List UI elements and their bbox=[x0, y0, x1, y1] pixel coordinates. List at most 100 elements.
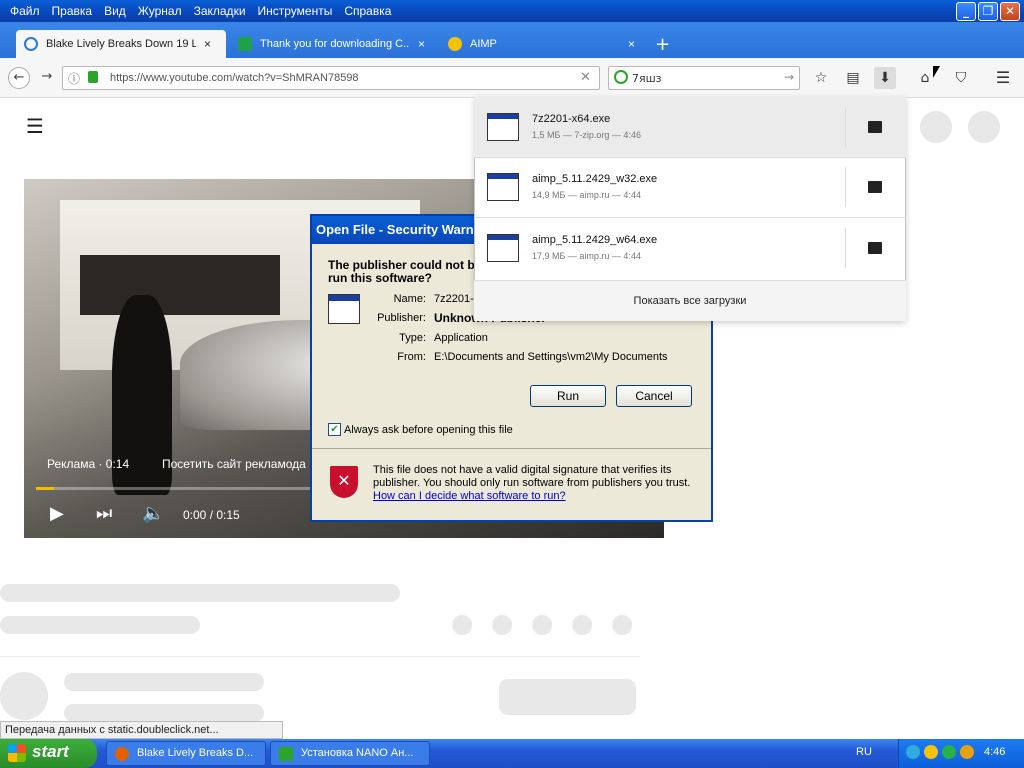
show-all-downloads-button[interactable]: Показать все загрузки bbox=[474, 280, 906, 321]
download-separator bbox=[845, 167, 846, 207]
forward-button[interactable]: → bbox=[36, 67, 58, 89]
action-placeholder bbox=[492, 615, 512, 635]
language-indicator[interactable]: RU bbox=[856, 746, 872, 758]
taskbar-item-installer[interactable]: Установка NANO Ан... bbox=[270, 741, 430, 766]
tab-label: AIMP bbox=[470, 38, 497, 50]
menu-bar: Файл Правка Вид Журнал Закладки Инструме… bbox=[0, 0, 397, 22]
menu-edit[interactable]: Правка bbox=[52, 4, 93, 18]
publisher-label: Publisher: bbox=[377, 312, 426, 324]
type-value: Application bbox=[434, 332, 488, 344]
type-label: Type: bbox=[399, 332, 426, 344]
youtube-menu-icon[interactable]: ☰ bbox=[26, 114, 44, 138]
bookmark-star-icon[interactable]: ☆ bbox=[810, 67, 832, 89]
url-text: https://www.youtube.com/watch?v=ShMRAN78… bbox=[110, 72, 359, 84]
pocket-icon[interactable]: ⛉ bbox=[950, 67, 972, 89]
volume-icon[interactable]: 🔈 bbox=[142, 503, 164, 524]
status-bar: Передача данных с static.doubleclick.net… bbox=[0, 721, 283, 739]
warning-text: This file does not have a valid digital … bbox=[373, 464, 691, 489]
hamburger-menu-icon[interactable]: ☰ bbox=[992, 67, 1014, 89]
tab-youtube[interactable]: Blake Lively Breaks Down 19 L... × bbox=[16, 30, 226, 58]
back-button[interactable]: ← bbox=[8, 67, 30, 89]
tab-label: Thank you for downloading C... bbox=[260, 38, 410, 50]
menu-history[interactable]: Журнал bbox=[138, 4, 182, 18]
title-placeholder bbox=[0, 584, 400, 602]
name-label: Name: bbox=[393, 293, 426, 305]
channel-avatar-placeholder bbox=[0, 672, 48, 720]
tab-aimp[interactable]: AIMP × bbox=[440, 30, 645, 58]
mouse-cursor-icon bbox=[933, 66, 940, 78]
dialog-divider bbox=[312, 448, 711, 449]
search-text: 7яшз bbox=[632, 72, 662, 85]
open-folder-icon[interactable] bbox=[868, 242, 882, 254]
download-name: aimp_5.11.2429_w64.exe bbox=[532, 234, 658, 246]
installer-icon bbox=[279, 747, 293, 761]
video-progress-fill bbox=[36, 487, 55, 490]
video-time: 0:00 / 0:15 bbox=[183, 508, 240, 522]
open-folder-icon[interactable] bbox=[868, 181, 882, 193]
cancel-button[interactable]: Cancel bbox=[616, 385, 692, 407]
visit-advertiser-link[interactable]: Посетить сайт рекламода bbox=[162, 457, 306, 471]
download-separator bbox=[845, 107, 846, 147]
new-tab-button[interactable]: + bbox=[655, 34, 670, 55]
security-center-icon[interactable] bbox=[924, 745, 938, 759]
download-item[interactable] bbox=[474, 97, 906, 157]
info-icon[interactable]: ⓘ bbox=[68, 70, 80, 87]
divider bbox=[0, 656, 640, 657]
download-item[interactable] bbox=[474, 158, 906, 218]
maximize-button[interactable]: ❐ bbox=[978, 2, 998, 21]
loading-icon bbox=[24, 37, 38, 51]
minimize-button[interactable]: _ bbox=[956, 2, 976, 21]
network-icon[interactable] bbox=[906, 745, 920, 759]
download-separator bbox=[845, 228, 846, 268]
download-item[interactable] bbox=[474, 218, 906, 278]
tray-app-icon[interactable] bbox=[942, 745, 956, 759]
ad-label: Реклама · 0:14 bbox=[47, 457, 130, 471]
aimp-icon bbox=[448, 37, 462, 51]
placeholder-circle bbox=[968, 111, 1000, 143]
search-go-icon[interactable]: → bbox=[784, 70, 794, 84]
always-ask-checkbox[interactable]: ✔ bbox=[328, 423, 341, 436]
open-folder-icon[interactable] bbox=[868, 121, 882, 133]
menu-file[interactable]: Файл bbox=[10, 4, 40, 18]
search-engine-icon[interactable] bbox=[614, 70, 628, 84]
menu-bookmarks[interactable]: Закладки bbox=[194, 4, 246, 18]
close-tab-icon[interactable]: × bbox=[204, 37, 211, 51]
channel-name-placeholder bbox=[64, 673, 264, 691]
bookmarks-list-icon[interactable]: ▤ bbox=[842, 67, 864, 89]
placeholder-circle bbox=[920, 111, 952, 143]
run-button[interactable]: Run bbox=[530, 385, 606, 407]
meta-placeholder bbox=[0, 616, 200, 634]
tab-label: Blake Lively Breaks Down 19 L... bbox=[46, 38, 196, 50]
exe-file-icon bbox=[487, 234, 519, 262]
from-label: From: bbox=[397, 351, 426, 363]
windows-logo-icon bbox=[8, 744, 26, 762]
warning-shield-icon: ✕ bbox=[330, 466, 358, 498]
play-icon[interactable]: ▶ bbox=[50, 503, 64, 524]
action-placeholder bbox=[452, 615, 472, 635]
download-meta: 17,9 МБ — aimp.ru — 4:44 bbox=[532, 251, 641, 261]
menu-tools[interactable]: Инструменты bbox=[258, 4, 333, 18]
close-window-button[interactable]: ✕ bbox=[1000, 2, 1020, 21]
close-tab-icon[interactable]: × bbox=[418, 37, 425, 51]
next-icon[interactable]: ⏭ bbox=[96, 503, 112, 524]
channel-subs-placeholder bbox=[64, 704, 264, 722]
download-site-icon bbox=[238, 37, 252, 51]
menu-help[interactable]: Справка bbox=[344, 4, 391, 18]
search-tray-icon[interactable] bbox=[960, 745, 974, 759]
action-placeholder bbox=[532, 615, 552, 635]
always-ask-label[interactable]: Always ask before opening this file bbox=[344, 424, 513, 436]
taskbar-item-label: Blake Lively Breaks D... bbox=[137, 747, 254, 759]
clear-url-icon[interactable]: ✕ bbox=[580, 70, 591, 85]
menu-view[interactable]: Вид bbox=[104, 4, 126, 18]
taskbar-item-firefox[interactable]: Blake Lively Breaks D... bbox=[106, 741, 266, 766]
download-name: aimp_5.11.2429_w32.exe bbox=[532, 173, 658, 185]
help-link[interactable]: How can I decide what software to run? bbox=[373, 490, 566, 502]
tab-download[interactable]: Thank you for downloading C... × bbox=[230, 30, 435, 58]
exe-file-icon bbox=[487, 113, 519, 141]
downloads-icon[interactable]: ⬇ bbox=[874, 67, 896, 89]
exe-file-icon bbox=[487, 173, 519, 201]
clock: 4:46 bbox=[984, 746, 1006, 758]
action-placeholder bbox=[612, 615, 632, 635]
firefox-icon bbox=[115, 747, 129, 761]
close-tab-icon[interactable]: × bbox=[628, 37, 635, 51]
